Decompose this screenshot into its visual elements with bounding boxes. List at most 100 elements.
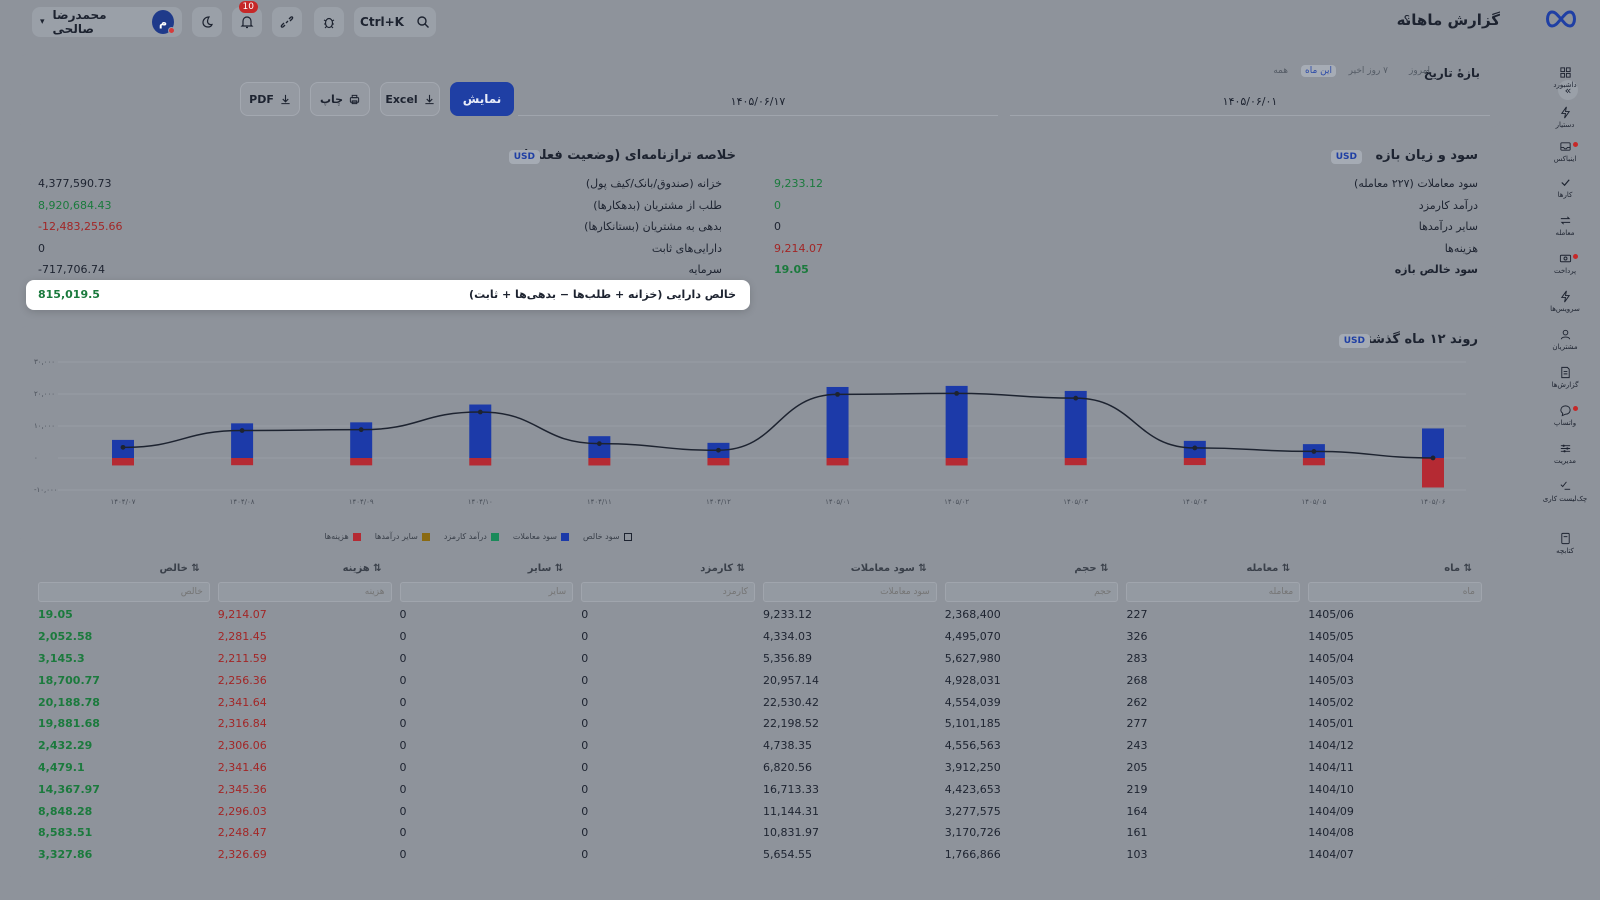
legend-item[interactable]: درآمد کارمزد <box>444 532 499 541</box>
range-today[interactable]: امروز <box>1409 66 1430 76</box>
sort-icon: ⇅ <box>1463 562 1472 574</box>
column-header[interactable]: ⇅ ماه <box>1304 556 1486 580</box>
legend-label: سود معاملات <box>512 532 557 541</box>
sidebar-item-label: سرویس‌ها <box>1550 305 1580 313</box>
print-button[interactable]: چاپ <box>310 82 370 116</box>
column-filter-input[interactable] <box>1308 582 1482 602</box>
table-row[interactable]: 2,432.29 2,306.06 0 0 4,738.35 4,556,563 243 14… <box>34 735 1486 757</box>
notifications-button[interactable]: 10 <box>232 1 262 37</box>
app-logo[interactable] <box>1544 8 1578 34</box>
table-cell: 1404/10 <box>1308 782 1354 796</box>
range-this-month[interactable]: این ماه <box>1301 65 1336 77</box>
column-filter-cell <box>759 580 941 604</box>
range-7days[interactable]: ۷ روز اخیر <box>1349 66 1388 76</box>
bar-trade-profit <box>826 386 849 458</box>
column-filter-input[interactable] <box>217 582 392 602</box>
column-filter-input[interactable] <box>581 582 755 602</box>
table-cell: 0 <box>581 608 589 622</box>
column-filter-input[interactable] <box>762 582 937 602</box>
table-row[interactable]: 8,848.28 2,296.03 0 0 11,144.31 3,277,575 164 1… <box>34 800 1486 822</box>
profit-loss-row: سود معاملات (۲۲۷ معامله) 9,233.12 <box>774 174 1478 194</box>
sidebar-item-0[interactable]: داشبورد <box>1530 66 1600 104</box>
sidebar-item-4[interactable]: معامله <box>1530 214 1600 252</box>
x-tick-label: ۱۴۰۴/۱۱ <box>587 498 612 506</box>
net-profit-point <box>1430 455 1436 461</box>
column-header[interactable]: ⇅ معامله <box>1122 556 1304 580</box>
link-button[interactable] <box>272 7 302 37</box>
sidebar-item-11[interactable]: چک‌لیست کاری <box>1530 480 1600 518</box>
pdf-label: PDF <box>249 92 274 106</box>
table-row[interactable]: 20,188.78 2,341.64 0 0 22,530.42 4,554,039 262… <box>34 691 1486 713</box>
table-cell: 2,256.36 <box>217 673 267 687</box>
sidebar-item-6[interactable]: سرویس‌ها <box>1530 290 1600 328</box>
table-cell: 0 <box>399 826 407 840</box>
table-row[interactable]: 19,881.68 2,316.84 0 0 22,198.52 5,101,185 277… <box>34 713 1486 735</box>
date-to-field[interactable]: ۱۴۰۵/۰۶/۱۷ <box>518 88 998 116</box>
moon-icon <box>202 16 213 28</box>
table-row[interactable]: 3,327.86 2,326.69 0 0 5,654.55 1,766,866 103 14… <box>34 844 1486 866</box>
table-row[interactable]: 19.05 9,214.07 0 0 9,233.12 2,368,400 227 1405/… <box>34 604 1486 626</box>
legend-item[interactable]: سایر درآمدها <box>375 532 430 541</box>
x-tick-label: ۱۴۰۵/۰۲ <box>944 498 969 506</box>
sidebar-item-5[interactable]: پرداخت <box>1530 252 1600 290</box>
sidebar-item-7[interactable]: مشتریان <box>1530 328 1600 366</box>
column-header[interactable]: ⇅ سایر <box>396 556 578 580</box>
table-row[interactable]: 4,479.1 2,341.46 0 0 6,820.56 3,912,250 205 140… <box>34 757 1486 779</box>
column-filter-input[interactable] <box>1126 582 1301 602</box>
table-cell: 0 <box>399 608 407 622</box>
table-cell: 22,198.52 <box>762 717 819 731</box>
date-range-label: بازهٔ تاریخ <box>1423 66 1480 80</box>
sidebar-item-label: کتابچه <box>1556 547 1574 555</box>
sidebar-item-10[interactable]: مدیریت <box>1530 442 1600 480</box>
row-label: بدهی به مشتریان (بستانکارها) <box>584 220 722 233</box>
bug-report-button[interactable] <box>314 7 344 37</box>
sidebar-item-8[interactable]: گزارش‌ها <box>1530 366 1600 404</box>
help-icon[interactable]: ؟ <box>1404 13 1410 27</box>
sidebar-item-label: پرداخت <box>1553 267 1577 275</box>
table-row[interactable]: 18,700.77 2,256.36 0 0 20,957.14 4,928,031 268… <box>34 669 1486 691</box>
column-header[interactable]: ⇅ سود معاملات <box>759 556 941 580</box>
sidebar-item-1[interactable]: دستیار <box>1530 106 1600 144</box>
column-header[interactable]: ⇅ کارمزد <box>577 556 759 580</box>
legend-item[interactable]: هزینه‌ها <box>324 532 361 541</box>
legend-item[interactable]: سود معاملات <box>513 532 569 541</box>
sidebar-item-12[interactable]: کتابچه <box>1530 532 1600 570</box>
table-row[interactable]: 14,367.97 2,345.36 0 0 16,713.33 4,423,653 219… <box>34 778 1486 800</box>
show-report-button[interactable]: نمایش <box>450 82 514 116</box>
table-cell: 2,248.47 <box>217 826 267 840</box>
table-row[interactable]: 8,583.51 2,248.47 0 0 10,831.97 3,170,726 161 1… <box>34 822 1486 844</box>
export-pdf-button[interactable]: PDF <box>240 82 300 116</box>
column-header[interactable]: ⇅ هزینه <box>214 556 396 580</box>
row-value: 19.05 <box>774 263 809 276</box>
column-filter-cell <box>1304 580 1486 604</box>
y-tick-label: ۱۰,۰۰۰ <box>34 422 55 430</box>
date-from-field[interactable]: ۱۴۰۵/۰۶/۰۱ <box>1010 88 1490 116</box>
search-button[interactable]: Ctrl+K <box>354 7 436 37</box>
column-filter-input[interactable] <box>399 582 574 602</box>
column-header[interactable]: ⇅ خالص <box>34 556 214 580</box>
table-cell: 2,211.59 <box>217 651 267 665</box>
export-excel-button[interactable]: Excel <box>380 82 440 116</box>
column-header[interactable]: ⇅ حجم <box>941 556 1123 580</box>
legend-item[interactable]: سود خالص <box>583 532 632 541</box>
row-value: -12,483,255.66 <box>38 220 123 233</box>
sidebar-item-2[interactable]: اینباکس <box>1530 140 1600 178</box>
net-profit-point <box>954 390 960 396</box>
search-icon <box>417 16 429 28</box>
theme-toggle-button[interactable] <box>192 7 222 37</box>
column-label: سایر <box>527 562 552 574</box>
table-cell: 0 <box>581 804 589 818</box>
status-dot <box>168 27 175 34</box>
table-cell: 18,700.77 <box>38 673 100 687</box>
table-row[interactable]: 2,052.58 2,281.45 0 0 4,334.03 4,495,070 326 14… <box>34 626 1486 648</box>
sidebar-item-9[interactable]: واتساپ <box>1530 404 1600 442</box>
column-filter-input[interactable] <box>944 582 1119 602</box>
sidebar-item-3[interactable]: کارها <box>1530 176 1600 214</box>
range-all[interactable]: همه <box>1273 66 1288 76</box>
column-filter-input[interactable] <box>38 582 210 602</box>
table-row[interactable]: 3,145.3 2,211.59 0 0 5,356.89 5,627,980 283 140… <box>34 648 1486 670</box>
table-cell: 103 <box>1126 848 1148 862</box>
sidebar: « داشبورد دستیار اینباکس کارها معامله پرداخت س… <box>1530 44 1600 900</box>
table-cell: 0 <box>581 760 589 774</box>
user-menu[interactable]: ▾ محمدرضا صالحی م <box>32 7 182 37</box>
